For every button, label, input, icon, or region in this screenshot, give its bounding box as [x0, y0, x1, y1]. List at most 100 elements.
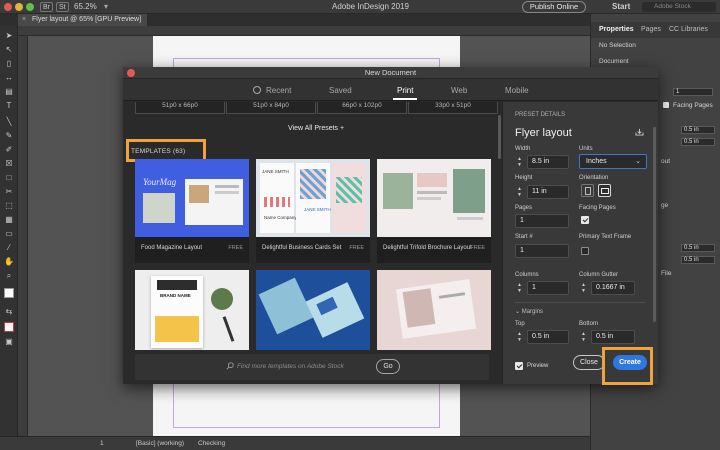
start-input[interactable]: 1 [515, 244, 569, 258]
template-card[interactable] [256, 270, 370, 350]
workspace-switcher[interactable]: Start [612, 2, 630, 12]
tab-print[interactable]: Print [397, 86, 413, 95]
bottom-margin-input[interactable]: ▲ ▼ 0.5 in [581, 330, 635, 344]
bottom-stepper-icon[interactable]: ▲ ▼ [581, 331, 589, 343]
publish-online-button[interactable]: Publish Online [522, 1, 586, 13]
view-all-presets-link[interactable]: View All Presets + [288, 125, 344, 132]
swap-fill-stroke-icon[interactable]: ⇆ [4, 308, 14, 316]
landscape-orientation-icon[interactable] [598, 184, 611, 197]
page-tool-icon[interactable]: ▯ [4, 60, 14, 68]
page-number[interactable]: 1 [100, 440, 104, 447]
margin-top-field[interactable]: 0.5 in [681, 126, 715, 134]
zoom-tool-icon[interactable]: ⌕ [4, 272, 14, 280]
eyedropper-tool-icon[interactable]: ⁄ [4, 244, 14, 252]
pages-input[interactable]: 1 [515, 214, 569, 228]
template-card[interactable]: BRAND NAME [135, 270, 249, 350]
none-swatch-icon[interactable] [4, 322, 14, 332]
zoom-dropdown-icon[interactable]: ▾ [104, 2, 108, 12]
gradient-tool-icon[interactable]: ▦ [4, 216, 14, 224]
columns-input[interactable]: ▲ ▼ 1 [517, 281, 569, 295]
tab-pages[interactable]: Pages [641, 26, 661, 33]
facing-pages-checkbox[interactable] [581, 216, 589, 224]
type-tool-icon[interactable]: T [4, 102, 14, 110]
content-collector-icon[interactable]: ▤ [4, 88, 14, 96]
tab-saved[interactable]: Saved [329, 86, 352, 95]
width-stepper-icon[interactable]: ▲ ▼ [517, 156, 525, 168]
direct-selection-tool-icon[interactable]: ↖ [4, 46, 14, 54]
template-card[interactable]: JANE SMITH Name Company JANE SMITH Delig… [256, 159, 370, 263]
top-margin-input[interactable]: ▲ ▼ 0.5 in [517, 330, 569, 344]
tab-cc-libraries[interactable]: CC Libraries [669, 26, 708, 33]
preset-card[interactable]: 66p0 x 102p0 [317, 102, 407, 114]
zoom-level[interactable]: 65.2% [74, 2, 97, 12]
template-search-input[interactable]: Find more templates on Adobe Stock [237, 363, 344, 370]
details-scrollbar[interactable] [653, 127, 656, 322]
templates-scrollbar[interactable] [498, 115, 501, 159]
template-card[interactable]: YourMag Food Magazine Layout FREE [135, 159, 249, 263]
line-tool-icon[interactable]: ╲ [4, 118, 14, 126]
free-transform-tool-icon[interactable]: ⬚ [4, 202, 14, 210]
height-input[interactable]: ▲ ▼ 11 in [517, 185, 569, 199]
bridge-icon[interactable]: Br [40, 2, 53, 12]
pen-tool-icon[interactable]: ✎ [4, 132, 14, 140]
margin-bottom-field[interactable]: 0.5 in [681, 138, 715, 146]
dialog-title: New Document [364, 68, 417, 77]
height-stepper-icon[interactable]: ▲ ▼ [517, 186, 525, 198]
preflight-status[interactable]: Checking [198, 440, 225, 447]
stock-icon[interactable]: St [56, 2, 69, 12]
magazine-masthead: YourMag [143, 177, 177, 187]
page-style-label[interactable]: [Basic] (working) [136, 440, 184, 447]
dialog-close-icon[interactable] [127, 69, 135, 77]
tab-recent[interactable]: Recent [253, 86, 291, 95]
tab-mobile[interactable]: Mobile [505, 86, 529, 95]
document-tab[interactable]: × Flyer layout @ 65% [GPU Preview] [18, 14, 148, 26]
save-preset-icon[interactable] [635, 128, 644, 136]
chevron-down-icon: ⌄ [515, 309, 521, 315]
gutter-stepper-icon[interactable]: ▲ ▼ [581, 282, 589, 294]
margins-toggle[interactable]: ⌄ Margins [515, 308, 543, 315]
minimize-window-button[interactable] [15, 3, 23, 11]
tab-web[interactable]: Web [451, 86, 467, 95]
stock-search-input[interactable]: Adobe Stock [642, 2, 716, 12]
bottom-margin-label: Bottom [579, 321, 599, 327]
screen-mode-icon[interactable]: ▣ [4, 338, 14, 346]
pencil-tool-icon[interactable]: ✐ [4, 146, 14, 154]
guide-bottom-field[interactable]: 0.5 in [681, 256, 715, 264]
template-thumbnail [256, 270, 370, 350]
pages-field[interactable]: 1 [673, 88, 713, 96]
template-card[interactable]: Delightful Trifold Brochure Layout FREE [377, 159, 491, 263]
hand-tool-icon[interactable]: ✋ [4, 258, 14, 266]
guide-top-field[interactable]: 0.5 in [681, 244, 715, 252]
preview-checkbox[interactable] [515, 362, 523, 370]
template-card[interactable] [377, 270, 491, 350]
preset-card[interactable]: 51p0 x 66p0 [135, 102, 225, 114]
page-label: ge [661, 202, 669, 209]
facing-pages-checkbox[interactable] [663, 102, 669, 108]
preset-name-field[interactable]: Flyer layout [515, 127, 572, 139]
rectangle-tool-icon[interactable]: □ [4, 174, 14, 182]
selection-tool-icon[interactable]: ➤ [4, 32, 14, 40]
close-button[interactable]: Close [573, 355, 605, 370]
preset-card[interactable]: 51p0 x 84p0 [226, 102, 316, 114]
zoom-window-button[interactable] [26, 3, 34, 11]
gap-tool-icon[interactable]: ↔ [4, 74, 14, 82]
rectangle-frame-tool-icon[interactable]: ☒ [4, 160, 14, 168]
portrait-orientation-icon[interactable] [581, 184, 594, 197]
tab-properties[interactable]: Properties [599, 26, 634, 33]
fill-swatch-icon[interactable] [4, 288, 14, 298]
close-window-button[interactable] [4, 3, 12, 11]
primary-text-frame-checkbox[interactable] [581, 247, 589, 255]
width-input[interactable]: ▲ ▼ 8.5 in [517, 155, 569, 169]
scissors-tool-icon[interactable]: ✂ [4, 188, 14, 196]
column-gutter-input[interactable]: ▲ ▼ 0.1667 in [581, 281, 635, 295]
columns-stepper-icon[interactable]: ▲ ▼ [517, 282, 525, 294]
preset-card[interactable]: 33p0 x 51p0 [408, 102, 498, 114]
units-select[interactable]: Inches ⌄ [579, 154, 647, 169]
document-section-label: Document [599, 58, 629, 65]
go-button[interactable]: Go [376, 359, 400, 374]
document-tab-label: Flyer layout @ 65% [GPU Preview] [32, 16, 142, 23]
top-stepper-icon[interactable]: ▲ ▼ [517, 331, 525, 343]
note-tool-icon[interactable]: ▭ [4, 230, 14, 238]
close-tab-icon[interactable]: × [22, 14, 26, 26]
facing-pages-label: Facing Pages [673, 102, 713, 109]
